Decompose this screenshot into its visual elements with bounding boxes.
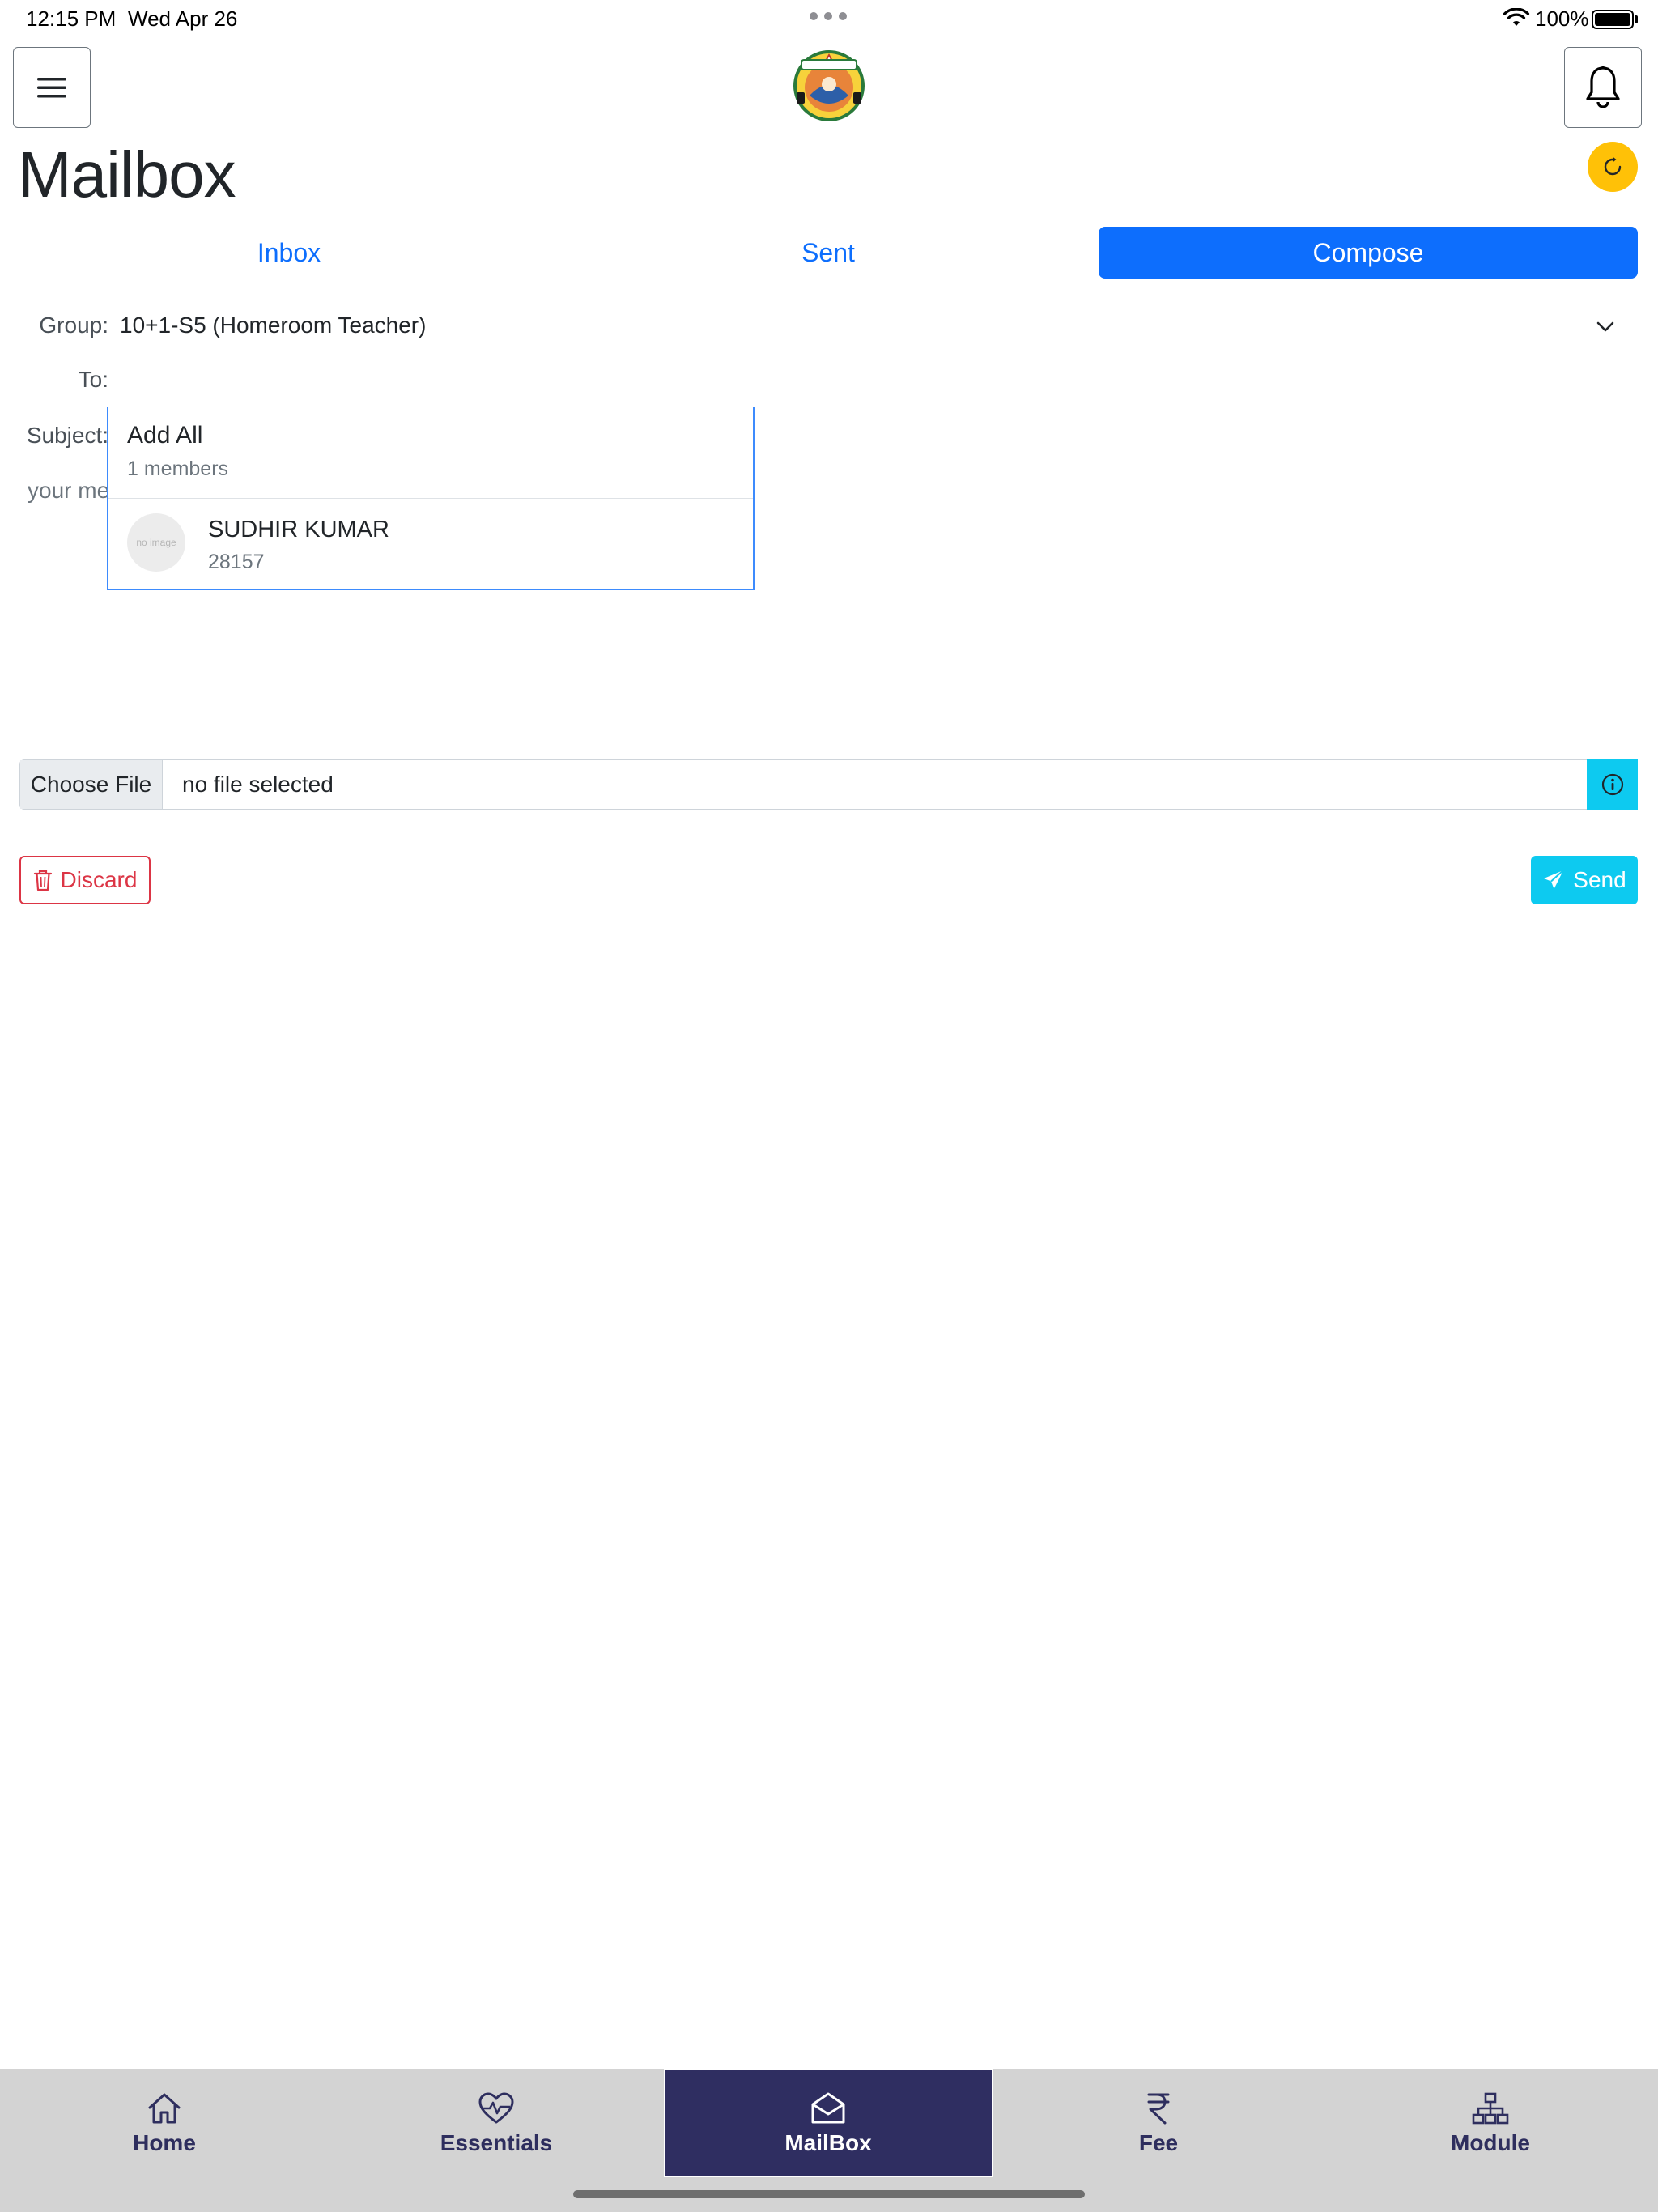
envelope-open-icon: [811, 2092, 845, 2123]
members-count: 1 members: [127, 457, 229, 480]
battery-percent: 100%: [1535, 6, 1589, 31]
recipient-dropdown: Add All 1 members no image SUDHIR KUMAR …: [107, 407, 755, 590]
to-label: To:: [78, 367, 108, 392]
paper-plane-icon: [1544, 870, 1564, 889]
trash-icon: [33, 870, 52, 891]
notifications-button[interactable]: [1564, 47, 1642, 128]
chevron-down-icon[interactable]: [1593, 314, 1618, 338]
menu-button[interactable]: [13, 47, 91, 128]
member-option[interactable]: no image SUDHIR KUMAR 28157: [108, 499, 753, 589]
status-date: Wed Apr 26: [128, 6, 238, 31]
discard-button[interactable]: Discard: [19, 856, 151, 904]
subject-label: Subject:: [26, 423, 108, 448]
status-time: 12:15 PM: [26, 6, 117, 31]
tab-compose[interactable]: Compose: [1099, 227, 1638, 279]
attachment-info-button[interactable]: [1587, 759, 1638, 810]
page-title: Mailbox: [18, 138, 236, 211]
group-select[interactable]: 10+1-S5 (Homeroom Teacher): [120, 313, 426, 338]
nav-mailbox[interactable]: MailBox: [664, 2069, 993, 2177]
send-label: Send: [1573, 867, 1626, 892]
tab-inbox[interactable]: Inbox: [19, 227, 559, 279]
member-id: 28157: [208, 551, 265, 573]
group-label: Group:: [39, 313, 108, 338]
battery-tip: [1635, 15, 1638, 23]
hamburger-menu-icon: [37, 78, 66, 98]
info-icon: [1601, 773, 1623, 796]
nav-mailbox-label: MailBox: [784, 2129, 872, 2155]
rupee-icon: [1147, 2093, 1170, 2124]
message-placeholder[interactable]: your me: [28, 478, 107, 504]
choose-file-button[interactable]: Choose File: [20, 760, 163, 809]
tab-sent[interactable]: Sent: [559, 227, 1098, 279]
nav-module-label: Module: [1451, 2129, 1530, 2155]
nav-fee[interactable]: Fee: [994, 2069, 1323, 2177]
nav-home[interactable]: Home: [0, 2069, 329, 2177]
add-all-label: Add All: [127, 422, 203, 449]
home-indicator[interactable]: [573, 2190, 1085, 2198]
nav-module[interactable]: Module: [1326, 2069, 1655, 2177]
file-input[interactable]: Choose File no file selected: [19, 759, 1637, 810]
battery-icon: [1592, 10, 1634, 29]
avatar: no image: [127, 513, 185, 572]
discard-label: Discard: [60, 867, 138, 892]
home-icon: [148, 2093, 181, 2123]
refresh-button[interactable]: [1588, 142, 1638, 192]
wifi-icon: [1503, 8, 1530, 26]
nav-fee-label: Fee: [1138, 2129, 1179, 2155]
nav-essentials[interactable]: Essentials: [332, 2069, 661, 2177]
refresh-icon: [1604, 156, 1622, 176]
school-logo: [793, 50, 865, 121]
nav-essentials-label: Essentials: [440, 2129, 553, 2155]
heart-pulse-icon: [478, 2092, 514, 2123]
bell-icon: [1586, 66, 1620, 108]
sitemap-icon: [1472, 2092, 1509, 2124]
member-name: SUDHIR KUMAR: [208, 517, 389, 542]
file-status: no file selected: [182, 772, 334, 797]
add-all-option[interactable]: Add All 1 members: [108, 407, 753, 499]
nav-home-label: Home: [133, 2129, 196, 2155]
multitasking-dots-icon[interactable]: [810, 8, 847, 24]
send-button[interactable]: Send: [1531, 856, 1638, 904]
